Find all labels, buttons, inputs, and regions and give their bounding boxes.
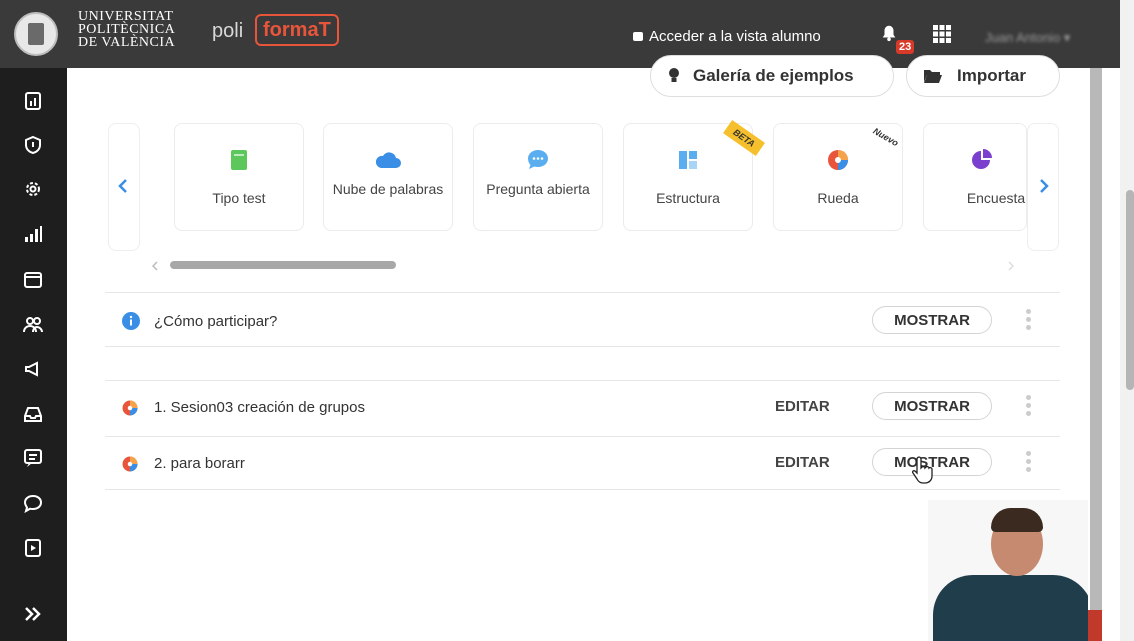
chat-bubble-icon[interactable] [23, 493, 43, 513]
bell-icon[interactable] [880, 24, 898, 42]
recording-corner [1088, 610, 1102, 641]
student-view-link[interactable]: Acceder a la vista alumno [633, 28, 821, 45]
expand-sidebar-icon[interactable] [23, 604, 43, 624]
new-tag: Nuevo [871, 125, 901, 149]
quiz-icon [231, 150, 247, 170]
divider [105, 489, 1060, 490]
megaphone-icon[interactable] [23, 359, 43, 379]
activity-title: 2. para borarr [154, 455, 245, 472]
divider [105, 292, 1060, 293]
card-label: Rueda [817, 190, 859, 206]
more-options-icon[interactable] [1025, 448, 1031, 478]
scroll-right-icon[interactable] [1008, 261, 1014, 271]
shield-icon[interactable] [23, 135, 43, 155]
video-file-icon[interactable] [23, 538, 43, 558]
edit-button[interactable]: EDITAR [775, 398, 830, 415]
message-list-icon[interactable] [23, 448, 43, 468]
beta-tag: BETA [723, 119, 765, 157]
wheel-icon [122, 456, 138, 472]
hand-cursor-icon [912, 456, 933, 484]
card-label: Tipo test [212, 190, 266, 206]
chevron-right-icon [1040, 179, 1049, 193]
question-type-card[interactable]: Encuesta [923, 123, 1027, 231]
gallery-button[interactable]: Galería de ejemplos [650, 55, 894, 97]
webcam-overlay [928, 500, 1088, 641]
more-options-icon[interactable] [1025, 306, 1031, 336]
page-scrollbar-thumb[interactable] [1126, 190, 1134, 390]
card-label: Pregunta abierta [486, 181, 590, 197]
card-label: Encuesta [966, 190, 1026, 206]
import-label: Importar [957, 66, 1026, 85]
card-label: Estructura [656, 190, 720, 206]
carousel-prev-button[interactable] [108, 123, 140, 251]
gear-icon[interactable] [23, 179, 43, 199]
university-line-3: DE VALÈNCIA [78, 35, 176, 50]
folder-open-icon [924, 70, 942, 83]
divider [105, 346, 1060, 347]
question-type-card[interactable]: Nube de palabras [323, 123, 453, 231]
user-menu[interactable]: Juan Antonio ▾ [985, 30, 1070, 46]
university-name: UNIVERSITAT POLITÈCNICA DE VALÈNCIA [78, 10, 176, 50]
content-edge [1090, 68, 1102, 641]
brand-poli: poli [212, 20, 244, 42]
chevron-left-icon [118, 179, 127, 193]
more-options-icon[interactable] [1025, 392, 1031, 422]
student-view-label: Acceder a la vista alumno [649, 28, 821, 45]
lightbulb-icon [669, 68, 679, 82]
gallery-label: Galería de ejemplos [693, 66, 854, 85]
clipboard-chart-icon[interactable] [23, 90, 43, 110]
sidebar [0, 68, 67, 641]
how-to-participate-label: ¿Cómo participar? [154, 313, 278, 330]
presenter-hair [991, 508, 1043, 532]
card-label: Nube de palabras [332, 181, 444, 197]
user-name: Juan Antonio [985, 30, 1061, 45]
show-instructions-button[interactable]: MOSTRAR [872, 306, 992, 334]
university-seal-logo[interactable] [14, 12, 58, 56]
wheel-icon [828, 150, 848, 170]
bar-chart-icon[interactable] [23, 224, 43, 244]
users-icon[interactable] [23, 314, 43, 334]
notification-badge: 23 [896, 40, 915, 54]
question-type-card[interactable]: Rueda Nuevo [773, 123, 903, 231]
info-icon [122, 312, 140, 330]
chat-bubble-icon [528, 150, 548, 169]
carousel-scrollbar-thumb[interactable] [170, 261, 396, 269]
cloud-icon [375, 152, 401, 168]
pie-icon [972, 149, 992, 169]
apps-grid-icon[interactable] [933, 25, 951, 43]
question-type-card[interactable]: Pregunta abierta [473, 123, 603, 231]
wheel-icon [122, 400, 138, 416]
divider [105, 380, 1060, 381]
question-type-card[interactable]: Tipo test [174, 123, 304, 231]
divider [105, 436, 1060, 437]
lock-icon [633, 32, 643, 41]
calendar-icon[interactable] [23, 269, 43, 289]
import-button[interactable]: Importar [906, 55, 1060, 97]
carousel-next-button[interactable] [1027, 123, 1059, 251]
how-to-participate-row: ¿Cómo participar? MOSTRAR [105, 298, 1060, 346]
brand-format: formaT [255, 14, 339, 46]
inbox-icon[interactable] [23, 404, 43, 424]
activity-row: 1. Sesion03 creación de grupos EDITAR MO… [105, 384, 1060, 432]
structure-icon [679, 151, 697, 169]
presenter-body [933, 575, 1088, 641]
edit-button[interactable]: EDITAR [775, 454, 830, 471]
show-activity-button[interactable]: MOSTRAR [872, 392, 992, 420]
scroll-left-icon[interactable] [152, 261, 158, 271]
activity-title: 1. Sesion03 creación de grupos [154, 399, 365, 416]
question-type-card[interactable]: Estructura BETA [623, 119, 765, 231]
